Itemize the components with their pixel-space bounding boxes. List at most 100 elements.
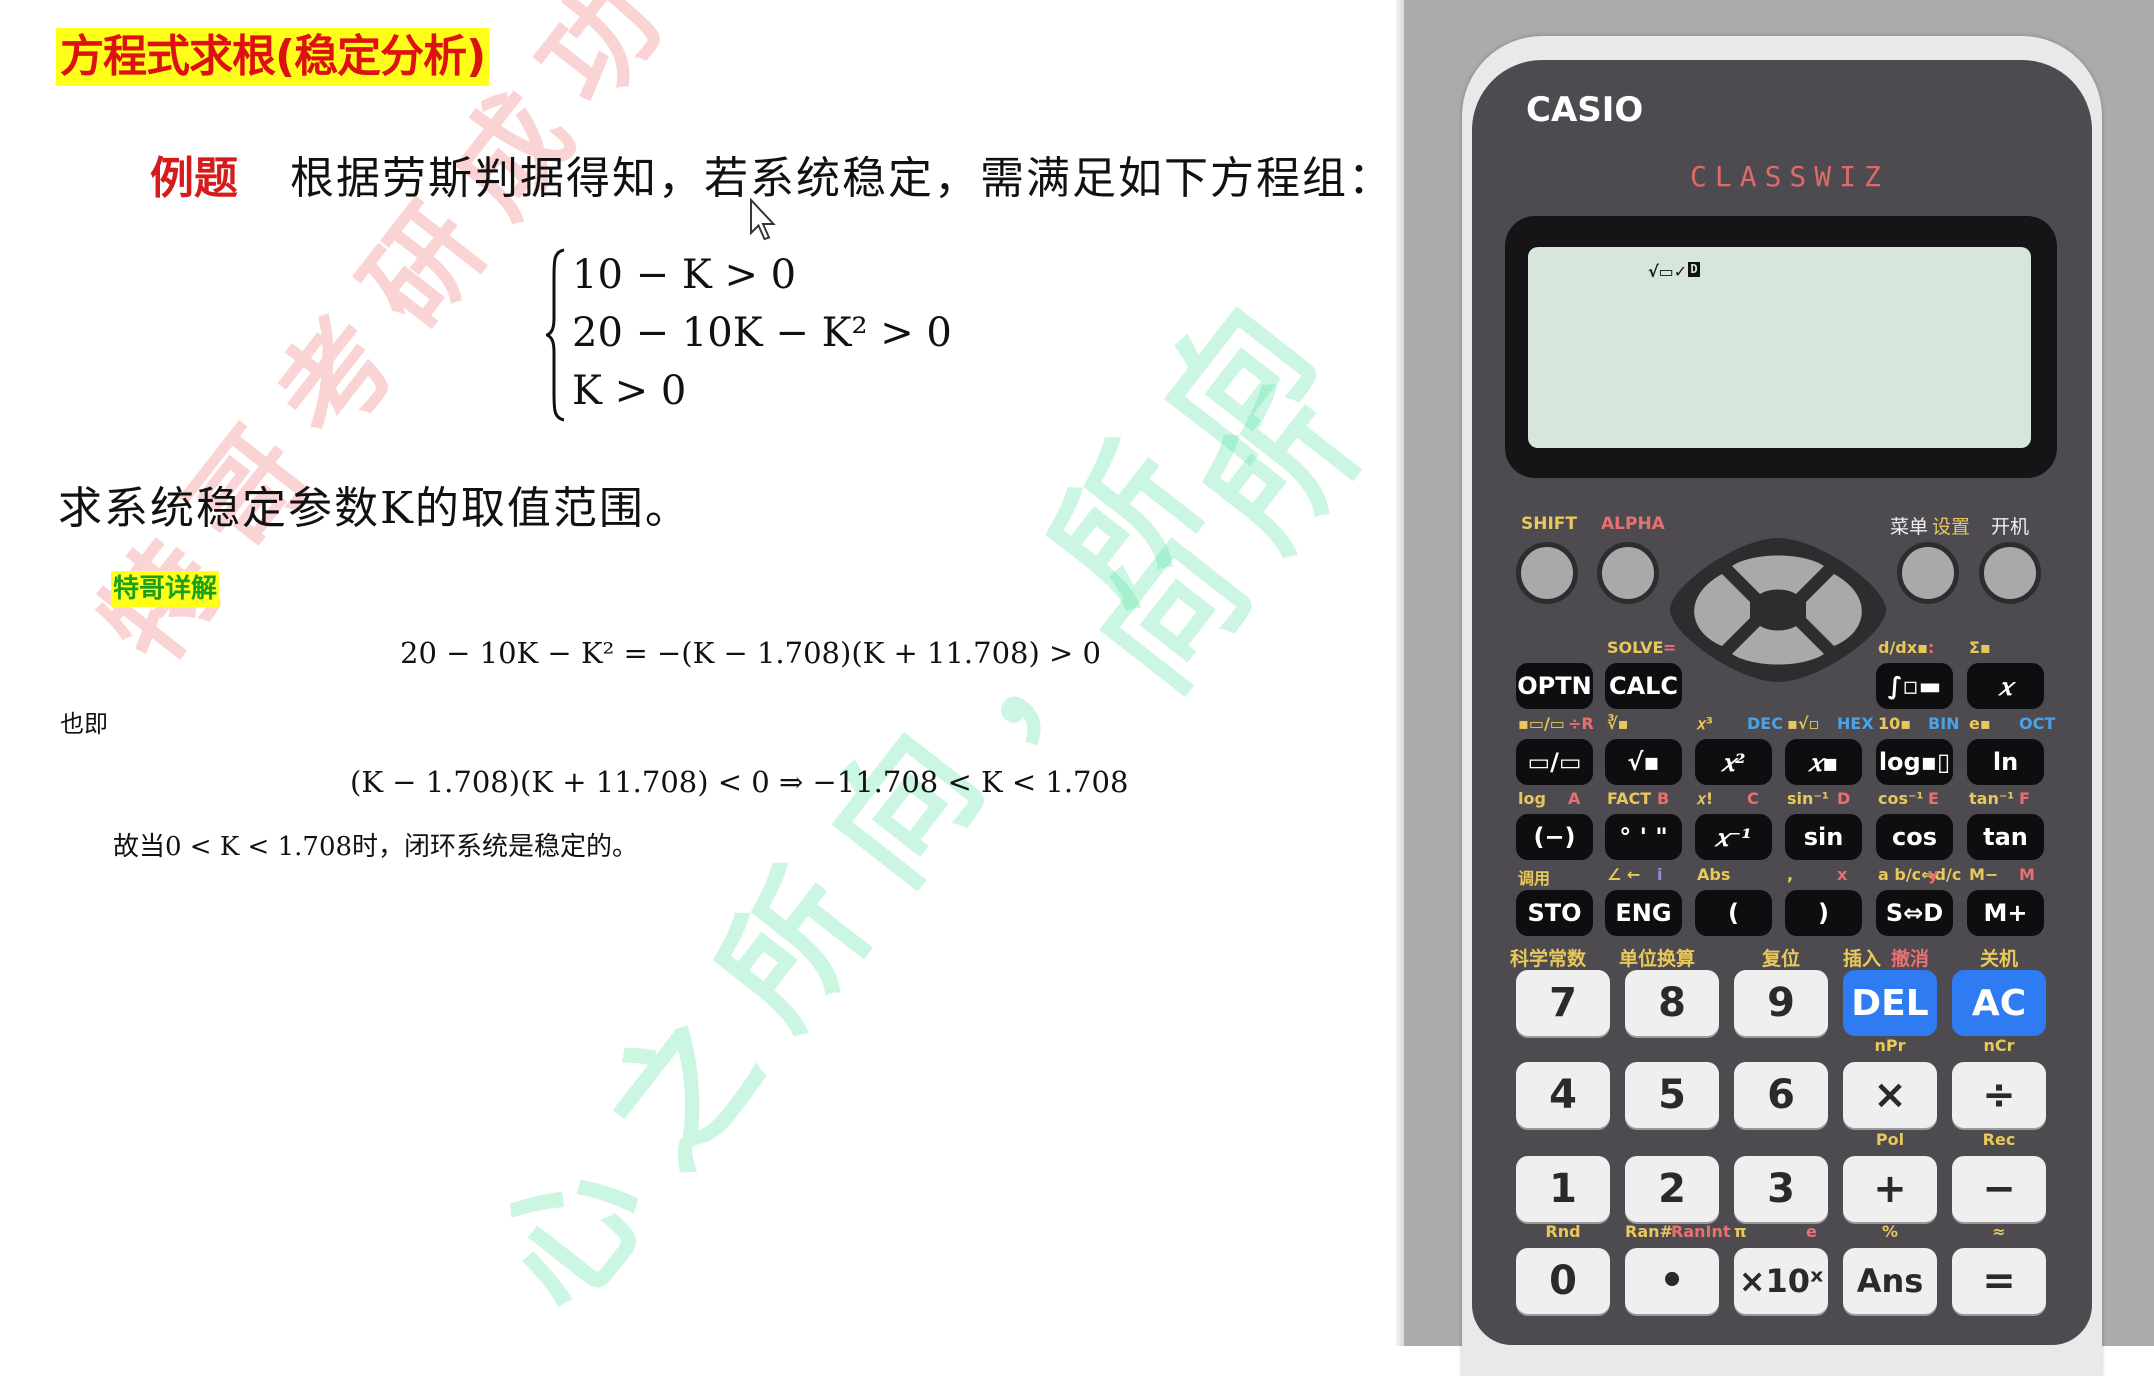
alpha-function-label: DEC [1747, 714, 1783, 733]
key-tan-2-5[interactable]: tan [1967, 814, 2044, 860]
key-symbol-1-3[interactable]: 𝑥▪ [1785, 739, 1862, 785]
menu-key[interactable] [1897, 542, 1959, 604]
alpha-function-label: RanInt [1671, 1222, 1731, 1241]
alpha-function-label: : [1928, 638, 1935, 657]
shift-function-label: 插入 [1843, 948, 1882, 970]
also-label: 也即 [60, 710, 108, 738]
key-equals[interactable]: = [1952, 1248, 2046, 1314]
mouse-cursor-icon [750, 198, 776, 241]
key-symbol-0-2[interactable]: ∫▫▬ [1876, 663, 1953, 709]
alpha-function-label: i [1657, 865, 1663, 884]
inequality-2: 20 − 10K − K² > 0 [572, 310, 952, 356]
alpha-function-label: HEX [1837, 714, 1874, 733]
key-symbol-3-2[interactable]: ( [1695, 890, 1772, 936]
shift-function-label: 科学常数 [1510, 948, 1587, 970]
question-text: 求系统稳定参数K的取值范围。 [58, 483, 691, 534]
key-sto-3-0[interactable]: STO [1516, 890, 1593, 936]
key-calc-0-1[interactable]: CALC [1605, 663, 1682, 709]
key-7[interactable]: 7 [1516, 970, 1610, 1036]
key-symbol-2-2[interactable]: 𝑥⁻¹ [1695, 814, 1772, 860]
key-ans[interactable]: Ans [1843, 1248, 1937, 1314]
key-symbol-0-3[interactable]: 𝑥 [1967, 663, 2044, 709]
shift-key[interactable] [1516, 542, 1578, 604]
menu-label: 菜单 [1890, 516, 1929, 538]
shift-function-label: 复位 [1761, 948, 1800, 970]
alpha-function-label: y [1928, 865, 1939, 884]
key-optn-0-0[interactable]: OPTN [1516, 663, 1593, 709]
example-label: 例题 [150, 153, 238, 204]
shift-function-label: M− [1969, 865, 1999, 884]
alpha-function-label: B [1657, 789, 1670, 808]
key-symbol-1-1[interactable]: √▪ [1605, 739, 1682, 785]
key-symbol-1-2[interactable]: 𝑥² [1695, 739, 1772, 785]
key-multiply[interactable]: × [1843, 1062, 1937, 1128]
equation-factorization: 20 − 10K − K² = −(K − 1.708)(K + 11.708)… [400, 636, 1101, 670]
key-9[interactable]: 9 [1734, 970, 1828, 1036]
shift-function-label: 调用 [1518, 869, 1551, 888]
document-pane: 特哥考研成功 心之所向，所向 向所 方程式求根(稳定分析) 例题 根据劳斯判据得… [0, 0, 1402, 1346]
key-8[interactable]: 8 [1625, 970, 1719, 1036]
key-eng-3-1[interactable]: ENG [1605, 890, 1682, 936]
alpha-function-label: 撤消 [1891, 948, 1930, 970]
key-sin-2-3[interactable]: sin [1785, 814, 1862, 860]
page-title: 方程式求根(稳定分析) [56, 28, 490, 86]
math-mode-indicator: √▭✓ [1648, 262, 1688, 281]
alpha-function-label: M [2019, 865, 2035, 884]
shift-function-label: nCr [1983, 1036, 2015, 1055]
shift-function-label: 10▪ [1878, 714, 1912, 733]
alpha-function-label: C [1747, 789, 1759, 808]
key-del[interactable]: DEL [1843, 970, 1937, 1036]
key-2[interactable]: 2 [1625, 1156, 1719, 1222]
shift-function-label: ▪√▫ [1787, 714, 1820, 733]
shift-function-label: 𝑥! [1697, 789, 1714, 808]
shift-label: SHIFT [1521, 514, 1578, 534]
alpha-function-label: x [1837, 865, 1848, 884]
shift-function-label: d/dx▪ [1878, 638, 1928, 657]
shift-function-label: ≈ [1992, 1222, 2006, 1241]
shift-function-label: ∠ ← [1607, 865, 1641, 884]
key-m-3-5[interactable]: M+ [1967, 890, 2044, 936]
shift-function-label: Rnd [1545, 1222, 1581, 1241]
alpha-function-label: = [1663, 638, 1677, 657]
shift-function-label: a b/c⇔d/c [1878, 865, 1962, 884]
key-10[interactable]: ×10ˣ [1734, 1248, 1828, 1314]
key-ac[interactable]: AC [1952, 970, 2046, 1036]
key-5[interactable]: 5 [1625, 1062, 1719, 1128]
setup-label: 设置 [1932, 516, 1971, 538]
alpha-label: ALPHA [1601, 514, 1665, 534]
key-symbol-3-3[interactable]: ) [1785, 890, 1862, 936]
shift-function-label: 关机 [1979, 948, 2018, 970]
brand-logo: CASIO [1526, 90, 1644, 130]
shift-function-label: sin⁻¹ [1787, 789, 1829, 808]
alpha-function-label: e [1806, 1222, 1817, 1241]
alpha-function-label: BIN [1928, 714, 1960, 733]
key-1[interactable]: 1 [1516, 1156, 1610, 1222]
alpha-function-label: ÷R [1568, 714, 1594, 733]
shift-function-label: SOLVE [1607, 638, 1664, 657]
key-symbol-1-0[interactable]: ▭/▭ [1516, 739, 1593, 785]
key-0[interactable]: 0 [1516, 1248, 1610, 1314]
solution-label: 特哥详解 [111, 571, 220, 607]
key-symbol-2-0[interactable]: (−) [1516, 814, 1593, 860]
key-s-d-3-4[interactable]: S⇔D [1876, 890, 1953, 936]
shift-function-label: Rec [1982, 1130, 2016, 1149]
key-symbol-2-1[interactable]: ° ' " [1605, 814, 1682, 860]
key-log-1-4[interactable]: log▪▯ [1876, 739, 1953, 785]
key-ln-1-5[interactable]: ln [1967, 739, 2044, 785]
key-cos-2-4[interactable]: cos [1876, 814, 1953, 860]
key-3[interactable]: 3 [1734, 1156, 1828, 1222]
angle-mode-indicator: D [1688, 262, 1700, 277]
key-plus[interactable]: + [1843, 1156, 1937, 1222]
key-minus[interactable]: − [1952, 1156, 2046, 1222]
key-decimal[interactable]: • [1625, 1248, 1719, 1314]
key-divide[interactable]: ÷ [1952, 1062, 2046, 1128]
on-key[interactable] [1979, 542, 2041, 604]
conclusion-text: 故当0 < K < 1.708时，闭环系统是稳定的。 [113, 832, 639, 862]
key-6[interactable]: 6 [1734, 1062, 1828, 1128]
shift-function-label: Abs [1697, 865, 1731, 884]
alpha-key[interactable] [1597, 542, 1659, 604]
key-4[interactable]: 4 [1516, 1062, 1610, 1128]
shift-function-label: log [1518, 789, 1546, 808]
lcd-display [1528, 247, 2031, 448]
shift-function-label: , [1787, 865, 1794, 884]
